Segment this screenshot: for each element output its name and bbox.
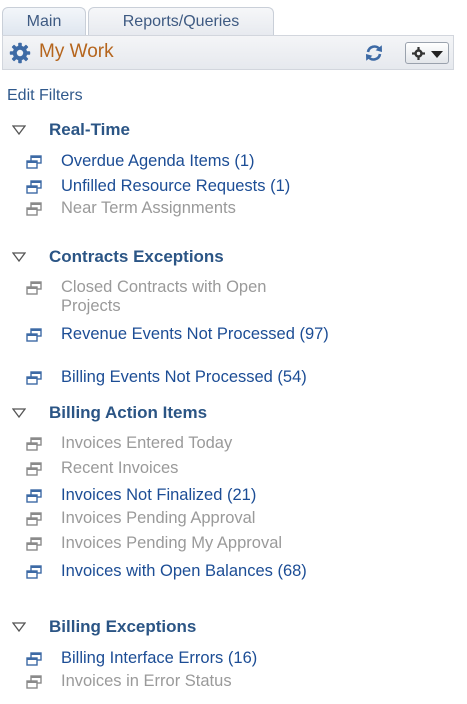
refresh-icon[interactable] bbox=[363, 42, 385, 64]
list-item[interactable]: Overdue Agenda Items (1) bbox=[26, 152, 356, 171]
list-item[interactable]: Unfilled Resource Requests (1) bbox=[26, 177, 356, 196]
list-item[interactable]: Recent Invoices bbox=[26, 459, 356, 478]
settings-gear-icon bbox=[412, 47, 425, 60]
list-item-label: Invoices Entered Today bbox=[61, 434, 233, 452]
edit-filters-link[interactable]: Edit Filters bbox=[7, 87, 83, 105]
list-item-label: Closed Contracts with Open Projects bbox=[61, 278, 267, 315]
window-link-icon bbox=[26, 371, 42, 385]
list-item[interactable]: Closed Contracts with Open Projects bbox=[26, 278, 356, 316]
list-item[interactable]: Billing Interface Errors (16) bbox=[26, 649, 356, 668]
section-label: Real-Time bbox=[49, 120, 130, 139]
settings-menu-button[interactable] bbox=[405, 42, 449, 64]
my-work-pagelet: Main Reports/Queries My Work Edit Filter… bbox=[0, 0, 467, 704]
section-header-billing-exceptions[interactable]: Billing Exceptions bbox=[12, 616, 196, 638]
list-item-label: Unfilled Resource Requests (1) bbox=[61, 177, 291, 195]
chevron-down-icon bbox=[431, 51, 443, 58]
window-link-icon bbox=[26, 462, 42, 476]
window-link-icon bbox=[26, 489, 42, 503]
section-header-contracts-exceptions[interactable]: Contracts Exceptions bbox=[12, 246, 224, 268]
window-link-icon bbox=[26, 537, 42, 551]
section-header-real-time[interactable]: Real-Time bbox=[12, 119, 130, 141]
tab-main[interactable]: Main bbox=[2, 7, 86, 35]
window-link-icon bbox=[26, 565, 42, 579]
section-label: Billing Exceptions bbox=[49, 617, 197, 636]
collapse-triangle-icon bbox=[12, 622, 26, 632]
list-item[interactable]: Invoices Pending Approval bbox=[26, 509, 356, 528]
section-label: Billing Action Items bbox=[49, 403, 208, 422]
window-link-icon bbox=[26, 180, 42, 194]
page-title: My Work bbox=[39, 41, 114, 62]
window-link-icon bbox=[26, 202, 42, 216]
list-item[interactable]: Invoices Not Finalized (21) bbox=[26, 486, 356, 505]
list-item-label: Billing Events Not Processed (54) bbox=[61, 368, 307, 386]
list-item[interactable]: Revenue Events Not Processed (97) bbox=[26, 325, 356, 344]
window-link-icon bbox=[26, 328, 42, 342]
window-link-icon bbox=[26, 281, 42, 295]
list-item-label: Invoices Pending Approval bbox=[61, 509, 256, 527]
list-item-label: Invoices with Open Balances (68) bbox=[61, 562, 307, 580]
collapse-triangle-icon bbox=[12, 252, 26, 262]
window-link-icon bbox=[26, 512, 42, 526]
list-item-label: Revenue Events Not Processed (97) bbox=[61, 325, 329, 343]
collapse-triangle-icon bbox=[12, 408, 26, 418]
list-item-label: Invoices Not Finalized (21) bbox=[61, 486, 257, 504]
tab-bar: Main Reports/Queries bbox=[2, 5, 442, 35]
list-item-label: Billing Interface Errors (16) bbox=[61, 649, 258, 667]
window-link-icon bbox=[26, 437, 42, 451]
window-link-icon bbox=[26, 652, 42, 666]
pagelet-header: My Work bbox=[2, 35, 454, 70]
window-link-icon bbox=[26, 155, 42, 169]
window-link-icon bbox=[26, 675, 42, 689]
list-item[interactable]: Invoices Pending My Approval bbox=[26, 534, 356, 553]
list-item-label: Recent Invoices bbox=[61, 459, 179, 477]
list-item-label: Invoices Pending My Approval bbox=[61, 534, 283, 552]
tab-reports-queries[interactable]: Reports/Queries bbox=[88, 7, 274, 35]
list-item-label: Overdue Agenda Items (1) bbox=[61, 152, 255, 170]
list-item[interactable]: Invoices in Error Status bbox=[26, 672, 356, 691]
collapse-triangle-icon bbox=[12, 125, 26, 135]
list-item[interactable]: Invoices Entered Today bbox=[26, 434, 356, 453]
list-item-label: Invoices in Error Status bbox=[61, 672, 232, 690]
list-item[interactable]: Invoices with Open Balances (68) bbox=[26, 562, 356, 581]
list-item[interactable]: Billing Events Not Processed (54) bbox=[26, 368, 356, 387]
gear-icon bbox=[9, 42, 31, 64]
list-item[interactable]: Near Term Assignments bbox=[26, 199, 356, 218]
section-label: Contracts Exceptions bbox=[49, 247, 224, 266]
section-header-billing-action-items[interactable]: Billing Action Items bbox=[12, 402, 207, 424]
list-item-label: Near Term Assignments bbox=[61, 199, 236, 217]
